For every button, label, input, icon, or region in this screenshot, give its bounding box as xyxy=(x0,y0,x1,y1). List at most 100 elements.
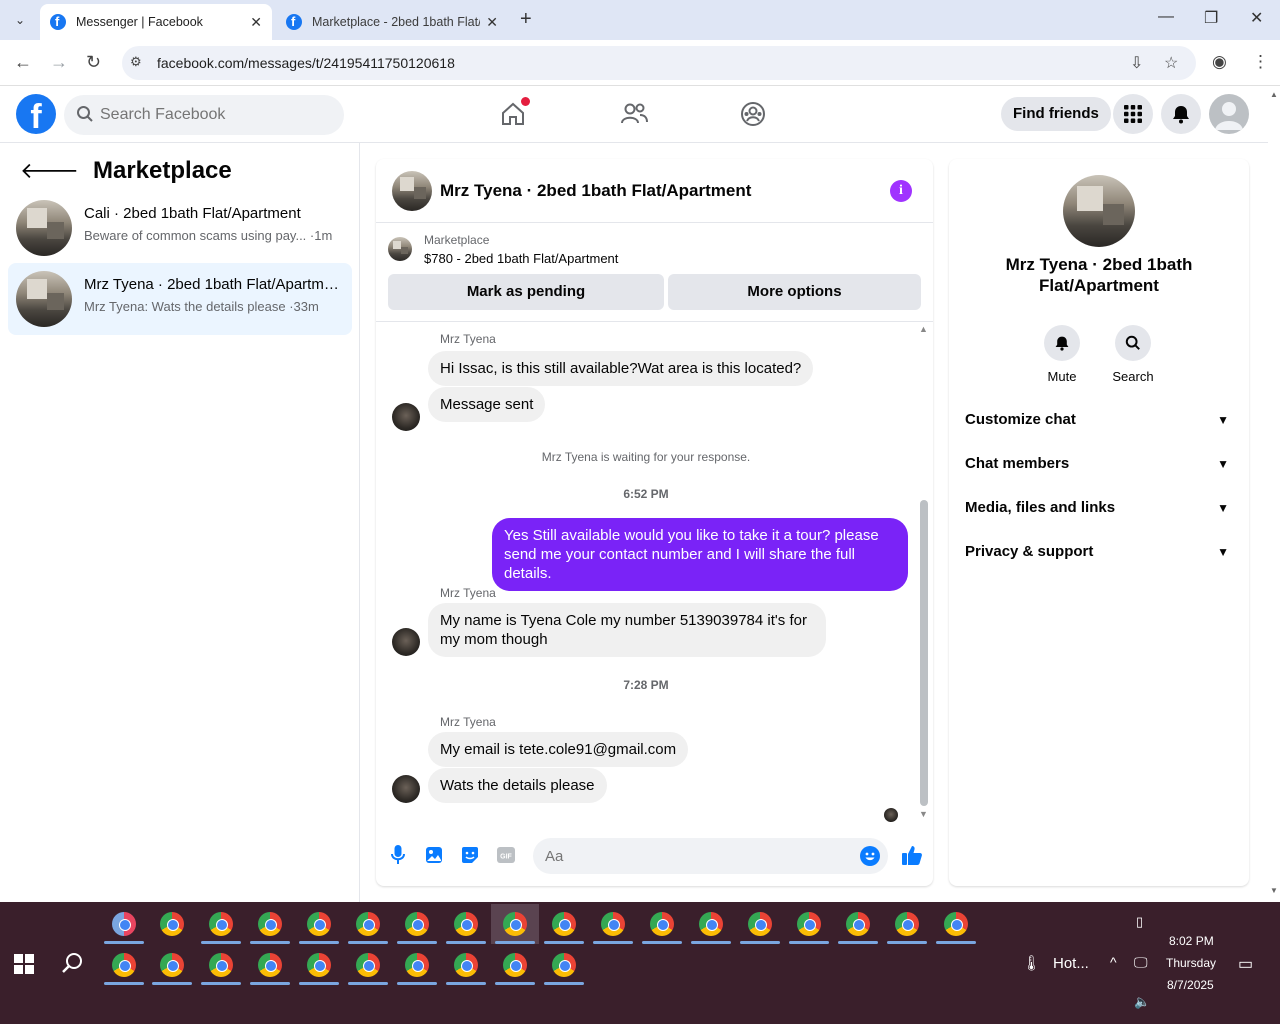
restore-button[interactable]: ❐ xyxy=(1204,8,1218,28)
tray-device-icon[interactable]: ▯ xyxy=(1136,914,1143,930)
taskbar-app-chrome-profile-icon[interactable] xyxy=(834,904,882,944)
taskbar-app-chrome-profile-icon[interactable] xyxy=(148,945,196,985)
facebook-logo-icon[interactable]: f xyxy=(16,94,56,134)
taskbar-app-chrome-profile-icon[interactable] xyxy=(785,904,833,944)
customize-chat-item[interactable]: Customize chat ▼ xyxy=(965,406,1233,434)
close-window-button[interactable]: ✕ xyxy=(1250,8,1263,28)
search-button[interactable]: Search xyxy=(1103,325,1163,384)
back-button[interactable]: ← xyxy=(14,52,32,73)
search-input[interactable] xyxy=(100,95,330,135)
conversation-item[interactable]: Cali · 2bed 1bath Flat/Apartment Beware … xyxy=(8,192,352,264)
photo-icon[interactable] xyxy=(424,845,444,865)
taskbar-app-chrome-profile-icon[interactable] xyxy=(883,904,931,944)
microphone-icon[interactable] xyxy=(388,845,408,865)
install-app-icon[interactable]: ⇩ xyxy=(1130,53,1143,73)
friends-icon[interactable] xyxy=(620,101,648,132)
taskbar-app-chrome-profile-icon[interactable] xyxy=(442,904,490,944)
weather-label[interactable]: Hot... xyxy=(1053,955,1089,972)
taskbar-app-chrome-profile-icon[interactable] xyxy=(100,945,148,985)
taskbar-app-chrome-profile-icon[interactable] xyxy=(491,945,539,985)
message-scrollbar[interactable]: ▲ ▼ xyxy=(918,322,930,822)
taskbar-app-chrome-profile-icon[interactable] xyxy=(197,904,245,944)
conversation-item-selected[interactable]: Mrz Tyena · 2bed 1bath Flat/Apartment Mr… xyxy=(8,263,352,335)
clock-day[interactable]: Thursday xyxy=(1166,956,1216,970)
volume-icon[interactable]: 🔈 xyxy=(1134,994,1150,1010)
account-avatar[interactable] xyxy=(1209,94,1249,134)
page-scrollbar[interactable]: ▲ ▼ xyxy=(1268,86,1280,902)
taskbar-app-chrome-profile-icon[interactable] xyxy=(197,945,245,985)
windows-start-icon[interactable] xyxy=(14,954,34,979)
message-input[interactable] xyxy=(533,838,888,874)
new-tab-button[interactable]: + xyxy=(520,8,532,31)
message-bubble[interactable]: Message sent xyxy=(428,387,546,422)
menu-kebab-icon[interactable]: ⋮ xyxy=(1252,52,1269,72)
home-icon[interactable] xyxy=(500,97,530,132)
groups-icon[interactable] xyxy=(740,101,766,132)
scroll-down-icon[interactable]: ▼ xyxy=(919,809,928,819)
info-icon[interactable]: i xyxy=(890,180,912,202)
tab-messenger[interactable]: Messenger | Facebook ✕ xyxy=(40,4,272,40)
taskbar-app-chrome-profile-icon[interactable] xyxy=(393,904,441,944)
taskbar-app-snipping-icon[interactable] xyxy=(100,904,148,944)
back-arrow-icon[interactable]: 🡐 xyxy=(20,158,79,184)
notification-center-icon[interactable]: ▭ xyxy=(1238,954,1253,974)
taskbar-app-chrome-profile-icon[interactable] xyxy=(932,904,980,944)
emoji-icon[interactable] xyxy=(860,846,880,866)
privacy-support-item[interactable]: Privacy & support ▼ xyxy=(965,538,1233,566)
weather-thermometer-icon[interactable]: 🌡 xyxy=(1022,954,1041,972)
taskbar-app-chrome-active-icon[interactable] xyxy=(491,904,539,944)
site-info-icon[interactable]: ⚙ xyxy=(130,54,142,70)
menu-grid-icon[interactable] xyxy=(1113,94,1153,134)
clock-time[interactable]: 8:02 PM xyxy=(1169,934,1214,948)
gif-icon[interactable]: GIF xyxy=(496,845,516,865)
sender-avatar[interactable] xyxy=(392,403,420,431)
chevron-up-icon[interactable]: ^ xyxy=(1110,954,1117,970)
sender-avatar[interactable] xyxy=(392,628,420,656)
listing-title[interactable]: $780 - 2bed 1bath Flat/Apartment xyxy=(424,251,618,266)
address-bar[interactable]: ⚙ facebook.com/messages/t/24195411750120… xyxy=(122,46,1196,80)
taskbar-app-chrome-profile-icon[interactable] xyxy=(295,945,343,985)
profile-icon[interactable]: ◉ xyxy=(1212,52,1227,72)
message-bubble[interactable]: My name is Tyena Cole my number 51390397… xyxy=(428,603,826,657)
clock-date[interactable]: 8/7/2025 xyxy=(1167,978,1214,992)
chat-members-item[interactable]: Chat members ▼ xyxy=(965,450,1233,478)
chat-title[interactable]: Mrz Tyena · 2bed 1bath Flat/Apartment xyxy=(440,181,751,201)
facebook-search[interactable] xyxy=(64,95,344,135)
taskbar-app-chrome-icon[interactable] xyxy=(148,904,196,944)
taskbar-app-chrome-profile-icon[interactable] xyxy=(344,904,392,944)
sender-avatar[interactable] xyxy=(392,775,420,803)
tab-search-button[interactable]: ⌄ xyxy=(8,8,32,32)
taskbar-app-chrome-profile-icon[interactable] xyxy=(736,904,784,944)
more-options-button[interactable]: More options xyxy=(668,274,921,310)
scroll-down-icon[interactable]: ▼ xyxy=(1270,886,1278,895)
my-message-bubble[interactable]: Yes Still available would you like to ta… xyxy=(492,518,908,591)
taskbar-app-chrome-profile-icon[interactable] xyxy=(687,904,735,944)
scroll-up-icon[interactable]: ▲ xyxy=(1270,90,1278,99)
scroll-up-icon[interactable]: ▲ xyxy=(919,324,928,334)
find-friends-button[interactable]: Find friends xyxy=(1001,97,1111,131)
mute-button[interactable]: Mute xyxy=(1032,325,1092,384)
taskbar-app-chrome-profile-icon[interactable] xyxy=(442,945,490,985)
mark-as-pending-button[interactable]: Mark as pending xyxy=(388,274,664,310)
reload-button[interactable]: ↻ xyxy=(86,52,101,73)
close-tab-icon[interactable]: ✕ xyxy=(250,14,262,31)
thumbs-up-icon[interactable] xyxy=(900,843,924,867)
taskbar-app-chrome-profile-icon[interactable] xyxy=(246,904,294,944)
close-tab-icon[interactable]: ✕ xyxy=(486,14,498,31)
message-bubble[interactable]: My email is tete.cole91@gmail.com xyxy=(428,732,689,767)
profile-thumbnail[interactable] xyxy=(1063,175,1135,247)
taskbar-app-chrome-profile-icon[interactable] xyxy=(295,904,343,944)
media-files-links-item[interactable]: Media, files and links ▼ xyxy=(965,494,1233,522)
network-icon[interactable]: 🖵 xyxy=(1134,954,1148,971)
forward-button[interactable]: → xyxy=(50,52,68,73)
bell-icon[interactable] xyxy=(1161,94,1201,134)
minimize-button[interactable]: — xyxy=(1158,8,1174,26)
taskbar-app-chrome-profile-icon[interactable] xyxy=(540,904,588,944)
taskbar-app-chrome-profile-icon[interactable] xyxy=(638,904,686,944)
scrollbar-thumb[interactable] xyxy=(920,500,928,806)
message-bubble[interactable]: Wats the details please xyxy=(428,768,607,803)
bookmark-star-icon[interactable]: ☆ xyxy=(1164,53,1178,73)
taskbar-app-chrome-profile-icon[interactable] xyxy=(246,945,294,985)
url-text[interactable]: facebook.com/messages/t/2419541175012061… xyxy=(157,55,455,71)
taskbar-app-chrome-profile-icon[interactable] xyxy=(589,904,637,944)
